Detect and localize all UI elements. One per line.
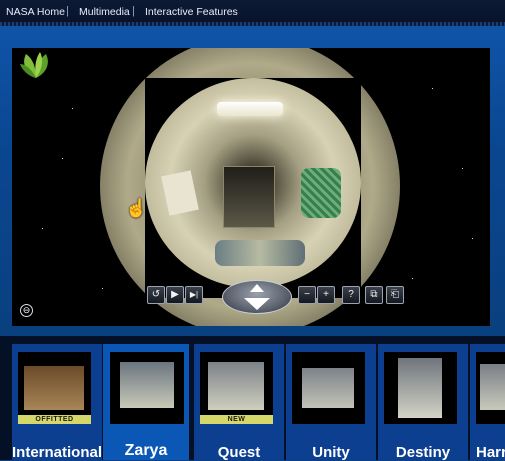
star (42, 228, 43, 229)
multimedia-link[interactable]: Multimedia (79, 6, 130, 18)
star (472, 238, 473, 239)
star (72, 108, 73, 109)
rotate-back-button[interactable]: ↺ (147, 286, 165, 304)
module-thumbnail (292, 352, 365, 424)
module-thumbnail: NEW (200, 352, 273, 424)
wall-panel (161, 170, 199, 216)
module-selector: OFFITTED International Zarya NEW Quest U… (0, 336, 505, 461)
ceiling-light (217, 102, 283, 116)
module-card-zarya[interactable]: Zarya (103, 344, 189, 460)
station-image (398, 358, 442, 418)
interactive-features-link[interactable]: Interactive Features (145, 6, 238, 18)
station-interior-panorama[interactable] (145, 78, 361, 288)
module-label: Harr (476, 444, 505, 460)
station-image (120, 362, 174, 408)
star (412, 278, 413, 279)
breadcrumb-separator: | (132, 5, 135, 17)
module-label: Destiny (395, 444, 451, 461)
module-hatch (223, 166, 275, 228)
arrow-down-icon[interactable] (244, 298, 270, 310)
module-card-harmony[interactable]: Harr (470, 344, 505, 460)
station-image (302, 368, 354, 408)
module-label: Zarya (124, 442, 168, 459)
module-thumbnail: OFFITTED (18, 352, 91, 424)
module-label: Unity (312, 444, 350, 461)
module-label: Quest (217, 444, 261, 461)
breadcrumb-nav: NASA Home | Multimedia | Interactive Fea… (0, 0, 505, 26)
module-card-unity[interactable]: Unity (286, 344, 376, 461)
module-label: International (12, 444, 103, 461)
floor-equipment (215, 240, 305, 266)
module-card-international[interactable]: OFFITTED International (12, 344, 103, 461)
module-badge: OFFITTED (18, 415, 91, 424)
star (432, 88, 433, 89)
direction-pad[interactable] (222, 280, 292, 314)
star (102, 288, 103, 289)
module-thumbnail (476, 352, 505, 424)
star (62, 158, 63, 159)
close-icon[interactable]: ⊖ (20, 304, 33, 317)
zoom-out-button[interactable]: − (298, 286, 316, 304)
zoom-in-button[interactable]: + (317, 286, 335, 304)
leaf-logo-icon (18, 50, 54, 80)
green-cargo-net (301, 168, 341, 218)
fullscreen-button[interactable]: ⧉ (365, 286, 383, 304)
arrow-up-icon[interactable] (250, 284, 264, 292)
step-forward-button[interactable]: ▶| (185, 286, 203, 304)
module-thumbnail (384, 352, 457, 424)
help-button[interactable]: ? (342, 286, 360, 304)
exit-view-button[interactable]: ⎗ (386, 286, 404, 304)
station-image (208, 362, 264, 410)
panorama-viewer[interactable]: ☝ ↺ ▶ ▶| − + ? ⧉ ⎗ ⊖ (12, 48, 490, 326)
nasa-home-link[interactable]: NASA Home (6, 6, 65, 18)
play-button[interactable]: ▶ (166, 286, 184, 304)
hand-cursor-icon: ☝ (125, 198, 148, 218)
star (462, 168, 463, 169)
module-card-destiny[interactable]: Destiny (378, 344, 468, 461)
station-image (480, 364, 505, 410)
station-image (24, 366, 84, 410)
module-badge: NEW (200, 415, 273, 424)
module-thumbnail (110, 352, 184, 424)
module-card-quest[interactable]: NEW Quest (194, 344, 284, 461)
breadcrumb-separator: | (66, 5, 69, 17)
